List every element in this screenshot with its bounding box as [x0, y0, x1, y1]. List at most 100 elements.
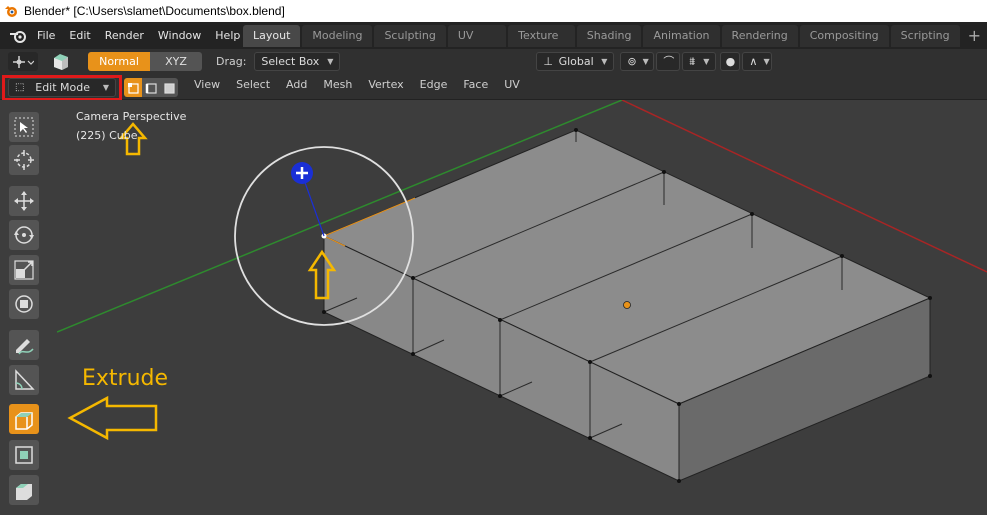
proportional-dot-icon: ● — [725, 55, 736, 68]
chevron-down-icon: ▼ — [601, 57, 608, 66]
window-title: Blender* [C:\Users\slamet\Documents\box.… — [24, 4, 285, 18]
tab-animation[interactable]: Animation — [643, 25, 720, 47]
vertex-select-button[interactable] — [124, 78, 142, 97]
tool-shelf — [0, 100, 57, 515]
transform-orientation-dropdown[interactable]: ⊥ Global ▼ — [536, 52, 615, 71]
viewport-scene — [57, 100, 987, 483]
snap-toggle[interactable]: ⌒ — [656, 52, 681, 71]
menu-edit[interactable]: Edit — [62, 26, 97, 46]
tab-texture-paint[interactable]: Texture Paint — [508, 25, 575, 64]
select-mode-toggle — [124, 78, 178, 97]
tab-rendering[interactable]: Rendering — [721, 25, 798, 47]
edge-select-icon — [145, 82, 157, 94]
object-origin — [623, 301, 631, 309]
viewport-header: ⬚ Edit Mode ▼ View Select Add Mesh Verte… — [0, 74, 987, 101]
object-label: (225) Cube — [76, 129, 138, 142]
rotate-tool[interactable] — [9, 220, 39, 250]
drag-value: Select Box — [261, 55, 320, 68]
viewport-menu: View Select Add Mesh Vertex Edge Face UV — [186, 78, 528, 91]
editor-type-button[interactable] — [8, 52, 38, 71]
extrude-region-tool[interactable] — [9, 404, 39, 434]
camera-perspective-label: Camera Perspective — [76, 110, 187, 123]
title-bar: Blender* [C:\Users\slamet\Documents\box.… — [0, 0, 987, 22]
tab-layout[interactable]: Layout — [243, 25, 301, 47]
menu-edge[interactable]: Edge — [412, 78, 456, 91]
edge-select-button[interactable] — [142, 78, 160, 97]
normal-button[interactable]: Normal — [88, 52, 150, 71]
edit-mode-icon: ⬚ — [15, 82, 25, 93]
snap-increment-icon: ⩩ — [689, 55, 696, 68]
menu-face[interactable]: Face — [455, 78, 496, 91]
chevron-down-icon: ▼ — [763, 57, 770, 66]
axis-gizmo-icon — [13, 55, 34, 68]
annotate-tool[interactable] — [9, 330, 39, 360]
xyz-button[interactable]: XYZ — [150, 52, 202, 71]
menu-vertex[interactable]: Vertex — [360, 78, 411, 91]
extrude-icon — [15, 412, 33, 430]
pencil-icon — [16, 339, 34, 355]
inset-faces-tool[interactable] — [9, 440, 39, 470]
menu-window[interactable]: Window — [151, 26, 208, 46]
menu-select[interactable]: Select — [228, 78, 278, 91]
cursor-tool[interactable] — [9, 145, 39, 175]
blender-menu-icon[interactable] — [6, 26, 30, 46]
mode-dropdown[interactable]: ⬚ Edit Mode ▼ — [8, 78, 116, 97]
blender-logo-icon — [5, 6, 17, 17]
measure-tool[interactable] — [9, 365, 39, 395]
ruler-icon — [15, 369, 35, 390]
vertex-select-icon — [128, 82, 139, 94]
tab-scripting[interactable]: Scripting — [890, 25, 960, 47]
scale-icon — [14, 260, 34, 280]
face-select-button[interactable] — [160, 78, 178, 97]
chevron-down-icon: ▼ — [703, 57, 710, 66]
chevron-down-icon: ▼ — [327, 57, 334, 66]
3d-viewport[interactable]: Camera Perspective (225) Cube — [57, 100, 987, 515]
menu-render[interactable]: Render — [98, 26, 151, 46]
chevron-down-icon: ▼ — [642, 57, 649, 66]
menu-mesh[interactable]: Mesh — [315, 78, 360, 91]
proportional-falloff-dropdown[interactable]: ∧ ▼ — [742, 52, 773, 71]
orientation-axes-icon: ⊥ — [543, 55, 554, 68]
menu-uv[interactable]: UV — [496, 78, 528, 91]
rotate-icon — [14, 226, 34, 244]
orientation-toggle: Normal XYZ — [88, 52, 202, 71]
chevron-down-icon: ▼ — [102, 83, 109, 92]
menu-file[interactable]: File — [30, 26, 62, 46]
tab-shading[interactable]: Shading — [576, 25, 642, 47]
extrude-annotation: Extrude — [82, 366, 169, 391]
falloff-curve-icon: ∧ — [749, 55, 758, 68]
menu-view[interactable]: View — [186, 78, 228, 91]
select-box-icon — [14, 117, 34, 137]
transform-orientation-value: Global — [558, 55, 594, 68]
bevel-icon — [16, 484, 32, 500]
move-tool[interactable] — [9, 186, 39, 216]
select-box-tool[interactable] — [9, 112, 39, 142]
menu-help[interactable]: Help — [208, 26, 247, 46]
tool-settings-header: Normal XYZ Drag: Select Box ▼ ⊥ Global ▼… — [0, 49, 987, 74]
drag-label: Drag: — [216, 55, 247, 68]
top-menu-bar: File Edit Render Window Help Layout Mode… — [0, 22, 987, 64]
face-select-icon — [164, 82, 175, 94]
pivot-icon: ⊚ — [627, 55, 637, 68]
active-tool-icon[interactable] — [52, 52, 70, 71]
drag-dropdown[interactable]: Select Box ▼ — [254, 52, 341, 71]
tab-modeling[interactable]: Modeling — [302, 25, 373, 47]
tab-sculpting[interactable]: Sculpting — [374, 25, 446, 47]
magnet-icon: ⌒ — [663, 55, 675, 68]
mode-value: Edit Mode — [35, 81, 91, 94]
menu-add[interactable]: Add — [278, 78, 315, 91]
transform-tool[interactable] — [9, 289, 39, 319]
pivot-point-dropdown[interactable]: ⊚ ▼ — [620, 52, 655, 71]
bevel-tool[interactable] — [9, 475, 39, 505]
tab-uv-editing[interactable]: UV Editing — [447, 25, 507, 64]
transform-icon — [15, 295, 33, 313]
left-arrow-icon — [67, 395, 158, 441]
proportional-edit-toggle[interactable]: ● — [720, 52, 741, 71]
cursor-icon — [14, 150, 34, 170]
add-workspace-icon[interactable]: + — [962, 25, 987, 49]
move-arrows-icon — [14, 191, 34, 211]
tab-compositing[interactable]: Compositing — [799, 25, 889, 47]
snap-target-dropdown[interactable]: ⩩ ▼ — [682, 52, 717, 71]
scale-tool[interactable] — [9, 255, 39, 285]
workspace-tabs: Layout Modeling Sculpting UV Editing Tex… — [243, 25, 987, 64]
